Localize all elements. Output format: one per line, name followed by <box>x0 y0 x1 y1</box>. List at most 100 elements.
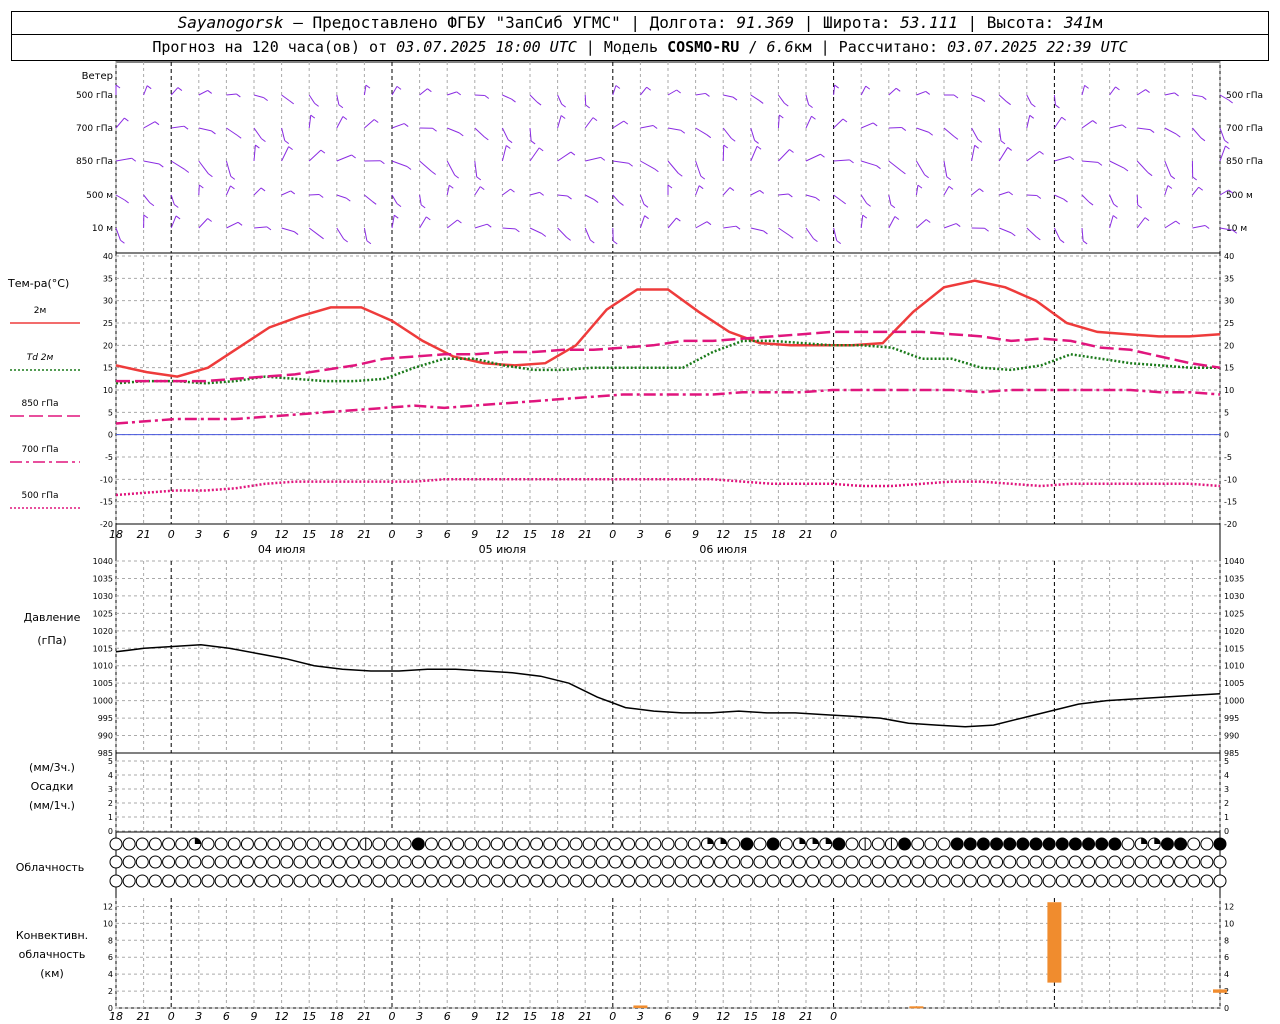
time-label-mid: 18 <box>109 528 123 541</box>
wind-barb <box>695 221 708 229</box>
cloud-circle <box>175 837 189 851</box>
temp-ytick-left: -10 <box>100 475 113 484</box>
wind-barb-flag <box>895 87 901 92</box>
wind-barb <box>943 127 955 137</box>
wind-barb-flag <box>924 174 929 179</box>
cloud-circle <box>372 874 386 888</box>
cloud-circle <box>214 837 228 851</box>
wind-barb-flag <box>175 215 181 220</box>
time-label-mid: 3 <box>195 528 202 541</box>
cloud-circle <box>530 837 544 851</box>
temp-ytick-right: 40 <box>1224 252 1234 261</box>
cloud-circle <box>424 874 438 888</box>
wind-barb-flag <box>589 239 595 244</box>
cloud-circle <box>766 855 780 869</box>
wind-barb-flag <box>510 188 515 193</box>
cloud-circle <box>990 855 1004 869</box>
cloud-circle <box>477 874 491 888</box>
wind-barb-flag <box>842 118 848 123</box>
time-label-bottom: 0 <box>389 1010 396 1023</box>
wind-level-right: 500 гПа <box>1226 91 1263 101</box>
temp-ytick-left: -15 <box>100 498 113 507</box>
time-label-mid: 15 <box>744 528 758 541</box>
cloud-circle-quarter <box>1154 838 1161 844</box>
wind-barb-flag <box>836 240 842 245</box>
cloud-circle <box>516 837 530 851</box>
cloud-circle <box>1029 837 1043 851</box>
cloud-circle <box>990 837 1004 851</box>
wind-barb-flag <box>1224 139 1229 144</box>
cloud-circle <box>622 837 636 851</box>
wind-barb-flag <box>1061 116 1066 121</box>
cloud-circle <box>1213 855 1227 869</box>
wind-barb-flag <box>953 94 959 99</box>
wind-barb <box>253 187 262 196</box>
cloud-circle <box>201 855 215 869</box>
wind-barb-flag <box>654 168 659 173</box>
cloud-circle <box>214 855 228 869</box>
wind-barb-flag <box>1170 175 1176 180</box>
wind-barb-flag <box>236 134 242 139</box>
wind-barb-flag <box>984 227 989 232</box>
conv-ytick-right: 4 <box>1224 970 1229 979</box>
cloud-circle <box>806 855 820 869</box>
cloud-circle <box>582 837 596 851</box>
wind-barb-flag <box>403 123 409 127</box>
wind-barb-flag <box>1008 191 1014 196</box>
cloud-circle <box>569 874 583 888</box>
wind-barb-flag <box>320 149 326 154</box>
wind-barb-flag <box>1137 204 1143 209</box>
time-label-bottom: 0 <box>830 1010 837 1023</box>
wind-barb-flag <box>393 214 399 219</box>
cloud-circle <box>1068 874 1082 888</box>
wind-barb-flag <box>120 239 125 244</box>
wind-barb <box>281 227 295 233</box>
wind-barb-flag <box>536 101 542 106</box>
cloud-circle <box>766 837 780 851</box>
wind-barb <box>1136 160 1149 174</box>
wind-barb <box>1053 94 1056 105</box>
wind-barb <box>860 194 868 204</box>
wind-barb-flag <box>754 140 759 144</box>
time-label-bottom: 21 <box>137 1010 151 1023</box>
time-label-bottom: 9 <box>251 1010 258 1023</box>
wind-barb <box>861 122 874 129</box>
wind-barb <box>336 194 347 199</box>
wind-barb <box>225 160 232 177</box>
cloud-circle <box>976 837 990 851</box>
pressure-ytick-right: 1035 <box>1224 574 1244 583</box>
wind-barb-flag <box>866 202 871 207</box>
cloud-circle <box>424 837 438 851</box>
wind-barb <box>998 147 1009 162</box>
cloud-circle <box>451 855 465 869</box>
wind-barb <box>226 221 239 229</box>
cloud-circle-quarter <box>799 838 806 844</box>
time-label-bottom: 18 <box>109 1010 123 1023</box>
wind-barb <box>750 127 756 141</box>
cloud-circle <box>898 855 912 869</box>
wind-barb-flag <box>1192 176 1197 181</box>
temp-ytick-left: 15 <box>103 364 113 373</box>
wind-barb <box>198 160 209 175</box>
wind-barb <box>723 225 737 229</box>
wind-barb <box>805 116 812 129</box>
wind-barb <box>447 127 460 134</box>
cloud-circle <box>1147 855 1161 869</box>
wind-barb <box>695 185 700 196</box>
cloud-circle <box>911 874 925 888</box>
pressure-ytick-left: 1005 <box>93 679 113 688</box>
wind-barb <box>309 193 320 196</box>
wind-barb <box>336 227 345 240</box>
wind-barb-flag <box>700 175 706 180</box>
cloud-circle <box>608 837 622 851</box>
wind-barb <box>695 127 708 136</box>
wind-barb <box>778 227 790 236</box>
wind-barb <box>1109 124 1123 129</box>
wind-barb-flag <box>706 221 712 226</box>
cloud-circle <box>700 874 714 888</box>
wind-barb-flag <box>432 127 437 132</box>
wind-barb-flag <box>729 187 735 191</box>
cloud-circle <box>372 837 386 851</box>
wind-barb-flag <box>593 199 599 203</box>
cloud-circle <box>1174 855 1188 869</box>
